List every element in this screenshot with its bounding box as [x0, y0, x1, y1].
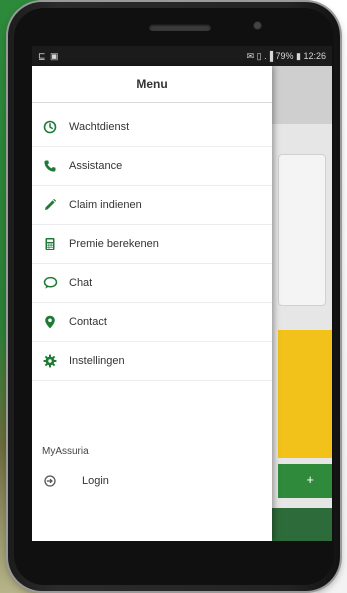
status-notification-icons: ⊑ ▣ — [38, 51, 60, 61]
calculator-icon — [42, 236, 58, 252]
plus-icon: + — [306, 472, 314, 487]
background-green-button[interactable]: + — [278, 464, 332, 498]
menu-item-label: Premie berekenen — [69, 238, 159, 250]
menu-item-label: Contact — [69, 316, 107, 328]
menu-item-contact[interactable]: Contact — [32, 303, 272, 342]
status-system-info: ✉ ▯ .▐ 79% ▮ 12:26 — [246, 51, 326, 61]
pencil-icon — [42, 197, 58, 213]
menu-item-login[interactable]: Login — [32, 464, 272, 498]
phone-screen: ⊑ ▣ ✉ ▯ .▐ 79% ▮ 12:26 + Menu Wachtdiens… — [32, 46, 332, 541]
menu-item-assistance[interactable]: Assistance — [32, 147, 272, 186]
menu-item-label: Instellingen — [69, 355, 125, 367]
drawer-title: Menu — [32, 66, 272, 103]
menu-item-label: Wachtdienst — [69, 121, 130, 133]
login-label: Login — [82, 475, 109, 487]
menu-item-instellingen[interactable]: Instellingen — [32, 342, 272, 381]
phone-icon — [42, 158, 58, 174]
location-pin-icon — [42, 314, 58, 330]
menu-item-claim-indienen[interactable]: Claim indienen — [32, 186, 272, 225]
navigation-drawer: Menu Wachtdienst Assistance Claim indien… — [32, 66, 272, 541]
phone-frame: ⊑ ▣ ✉ ▯ .▐ 79% ▮ 12:26 + Menu Wachtdiens… — [8, 2, 340, 591]
status-bar: ⊑ ▣ ✉ ▯ .▐ 79% ▮ 12:26 — [32, 46, 332, 66]
menu-item-premie-berekenen[interactable]: Premie berekenen — [32, 225, 272, 264]
section-header-myassuria: MyAssuria — [42, 446, 89, 457]
menu-list: Wachtdienst Assistance Claim indienen Pr… — [32, 108, 272, 381]
phone-speaker — [149, 24, 211, 31]
gear-icon — [42, 353, 58, 369]
chat-icon — [42, 275, 58, 291]
menu-item-chat[interactable]: Chat — [32, 264, 272, 303]
background-yellow-card — [278, 330, 332, 458]
phone-camera — [254, 22, 261, 29]
menu-item-label: Claim indienen — [69, 199, 142, 211]
login-icon — [42, 473, 58, 489]
background-card — [278, 154, 326, 306]
menu-item-label: Chat — [69, 277, 93, 289]
menu-item-label: Assistance — [69, 160, 123, 172]
background-green-tile[interactable] — [272, 508, 332, 541]
menu-item-wachtdienst[interactable]: Wachtdienst — [32, 108, 272, 147]
clock-icon — [42, 119, 58, 135]
